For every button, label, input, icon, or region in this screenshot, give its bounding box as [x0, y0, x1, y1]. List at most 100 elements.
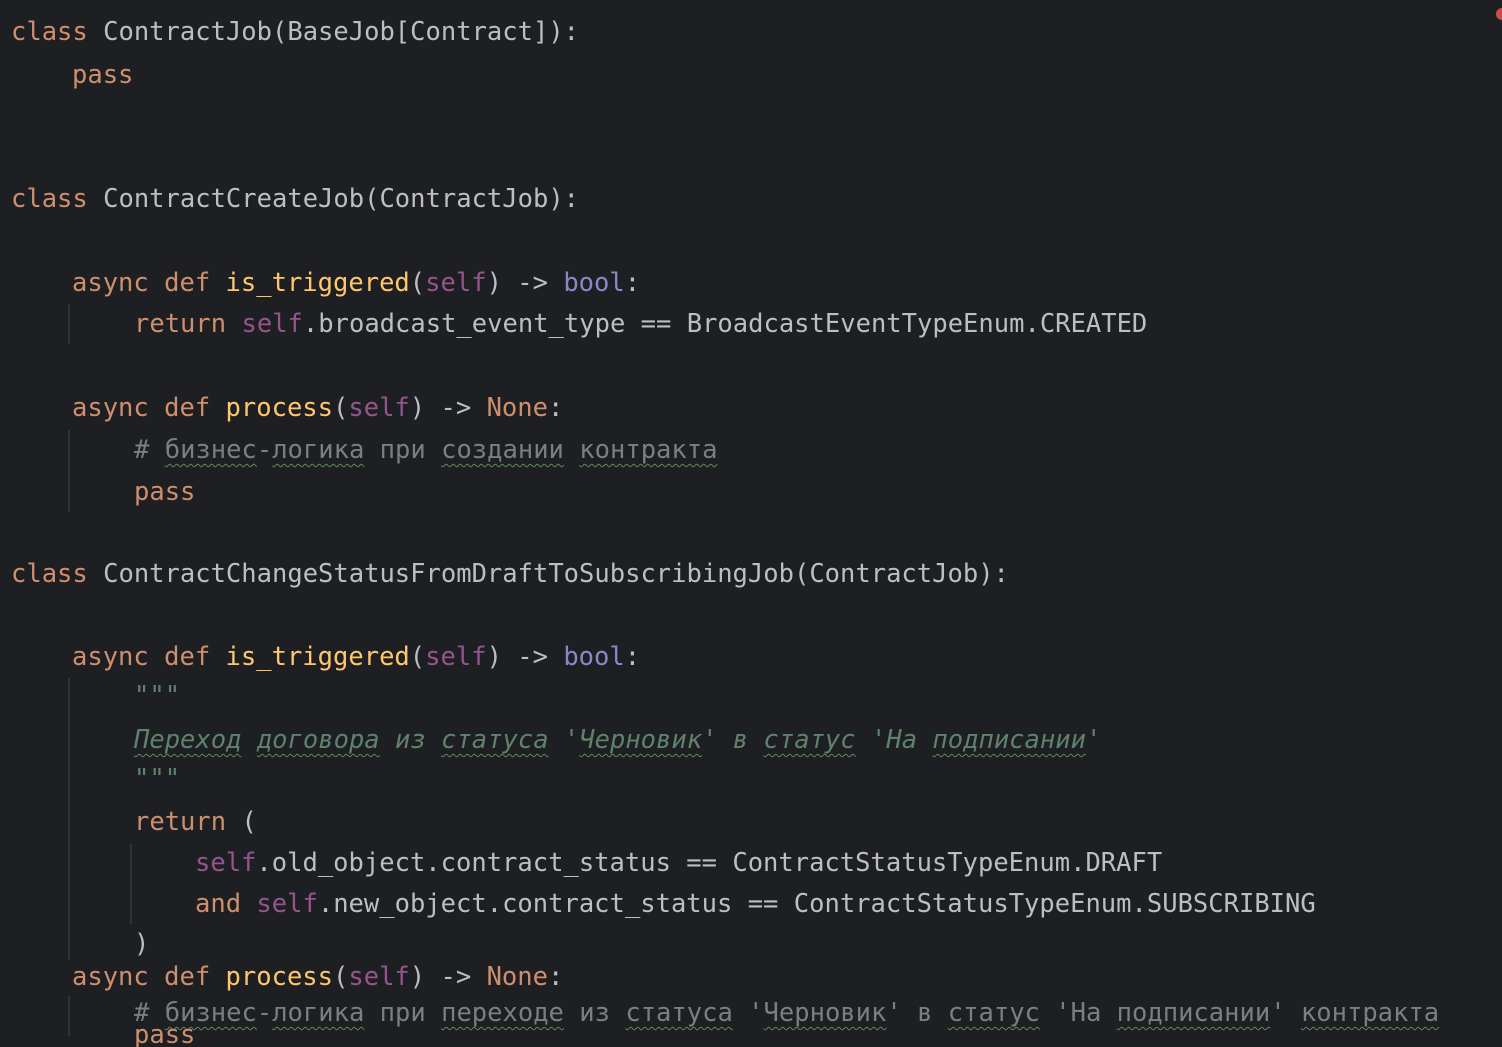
keyword-token: pass	[134, 1020, 196, 1047]
self-token: self	[241, 309, 303, 339]
code-line[interactable]: async def is_triggered(self) -> bool:	[72, 268, 640, 298]
comment-token: 'На	[1039, 998, 1117, 1028]
docstring-token: """	[134, 681, 181, 711]
comment-line[interactable]: # бизнес-логика при переходе из статуса …	[134, 998, 1439, 1028]
comment-token: ' в	[886, 998, 948, 1028]
comment-token: статуса	[625, 998, 733, 1028]
comment-token: -	[256, 435, 273, 465]
code-line[interactable]: async def process(self) -> None:	[72, 962, 563, 992]
keyword-token: and	[195, 889, 242, 919]
code-token: :	[624, 268, 641, 298]
error-marker-icon[interactable]	[1496, 8, 1502, 20]
code-line[interactable]: return self.broadcast_event_type == Broa…	[134, 309, 1147, 339]
code-line[interactable]: pass	[72, 60, 133, 90]
comment-token: логика	[272, 998, 365, 1028]
code-line[interactable]: async def is_triggered(self) -> bool:	[72, 642, 640, 672]
comment-token: '	[732, 998, 764, 1028]
function-name-token: is_triggered	[225, 268, 410, 298]
code-token: ) ->	[409, 962, 487, 992]
code-line[interactable]: pass	[134, 1020, 195, 1047]
comment-token: '	[1270, 998, 1301, 1028]
code-editor[interactable]: class ContractJob(BaseJob[Contract]): pa…	[0, 0, 1502, 1047]
code-line[interactable]: return (	[134, 807, 257, 837]
self-token: self	[425, 268, 487, 298]
indent-guide	[68, 996, 70, 1036]
docstring-token	[241, 725, 256, 755]
code-token: (	[409, 268, 426, 298]
indent-guide	[68, 430, 70, 512]
builtin-token: bool	[563, 268, 625, 298]
keyword-token: pass	[72, 60, 134, 90]
docstring-token: из	[379, 725, 442, 755]
self-token: self	[195, 848, 257, 878]
code-line[interactable]: async def process(self) -> None:	[72, 393, 563, 423]
docstring-token: ' в	[702, 725, 764, 755]
keyword-token: async	[72, 962, 149, 992]
docstring-token: Переход	[134, 725, 242, 755]
comment-token: Черновик	[763, 998, 887, 1028]
code-token: )	[134, 929, 150, 959]
keyword-token: pass	[134, 477, 196, 507]
indent-guide	[68, 678, 70, 960]
code-token: ContractJob(BaseJob[Contract]):	[87, 17, 580, 47]
docstring-token: статуса	[441, 725, 549, 755]
keyword-token: class	[11, 184, 88, 214]
docstring-line[interactable]: """	[134, 764, 180, 794]
self-token: self	[348, 393, 410, 423]
docstring-token: 'На	[855, 725, 933, 755]
code-line[interactable]: pass	[134, 477, 195, 507]
keyword-token: async	[72, 393, 149, 423]
comment-token: контракта	[1300, 998, 1440, 1028]
code-line[interactable]: )	[134, 929, 149, 959]
code-token: :	[624, 642, 641, 672]
keyword-token: None	[486, 962, 548, 992]
code-token: :	[547, 393, 564, 423]
docstring-token: '	[1085, 725, 1102, 755]
docstring-token: Черновик	[579, 725, 703, 755]
code-token: ) ->	[486, 268, 564, 298]
code-line[interactable]: class ContractCreateJob(ContractJob):	[11, 184, 579, 214]
docstring-token: """	[134, 764, 181, 794]
code-token: (	[226, 807, 257, 837]
self-token: self	[348, 962, 410, 992]
keyword-token: def	[164, 268, 211, 298]
code-line[interactable]: class ContractJob(BaseJob[Contract]):	[11, 17, 579, 47]
code-token: ) ->	[486, 642, 564, 672]
comment-token: контракта	[579, 435, 718, 465]
code-token: ContractChangeStatusFromDraftToSubscribi…	[87, 559, 1009, 589]
code-line[interactable]: class ContractChangeStatusFromDraftToSub…	[11, 559, 1009, 589]
code-token: (	[333, 962, 349, 992]
builtin-token: bool	[563, 642, 625, 672]
docstring-token: '	[548, 725, 580, 755]
keyword-token: return	[134, 309, 227, 339]
comment-line[interactable]: # бизнес-логика при создании контракта	[134, 435, 717, 465]
docstring-token: подписании	[932, 725, 1086, 755]
indent-guide	[130, 844, 132, 924]
indent-guide	[68, 304, 70, 344]
docstring-token: договора	[256, 725, 380, 755]
keyword-token: def	[164, 642, 211, 672]
code-token: .broadcast_event_type == BroadcastEventT…	[302, 309, 1148, 339]
comment-token: переходе	[441, 998, 564, 1028]
code-line[interactable]: self.old_object.contract_status == Contr…	[195, 848, 1162, 878]
function-name-token: process	[225, 962, 334, 992]
function-name-token: process	[225, 393, 334, 423]
docstring-token: статус	[763, 725, 856, 755]
comment-token: #	[134, 435, 165, 465]
code-line[interactable]: and self.new_object.contract_status == C…	[195, 889, 1316, 919]
function-name-token: is_triggered	[225, 642, 410, 672]
docstring-line[interactable]: """	[134, 681, 180, 711]
keyword-token: def	[164, 962, 211, 992]
code-token: .new_object.contract_status == ContractS…	[317, 889, 1316, 919]
docstring-line[interactable]: Переход договора из статуса 'Черновик' в…	[134, 725, 1101, 755]
comment-token: из	[563, 998, 626, 1028]
comment-token: при	[364, 435, 442, 465]
